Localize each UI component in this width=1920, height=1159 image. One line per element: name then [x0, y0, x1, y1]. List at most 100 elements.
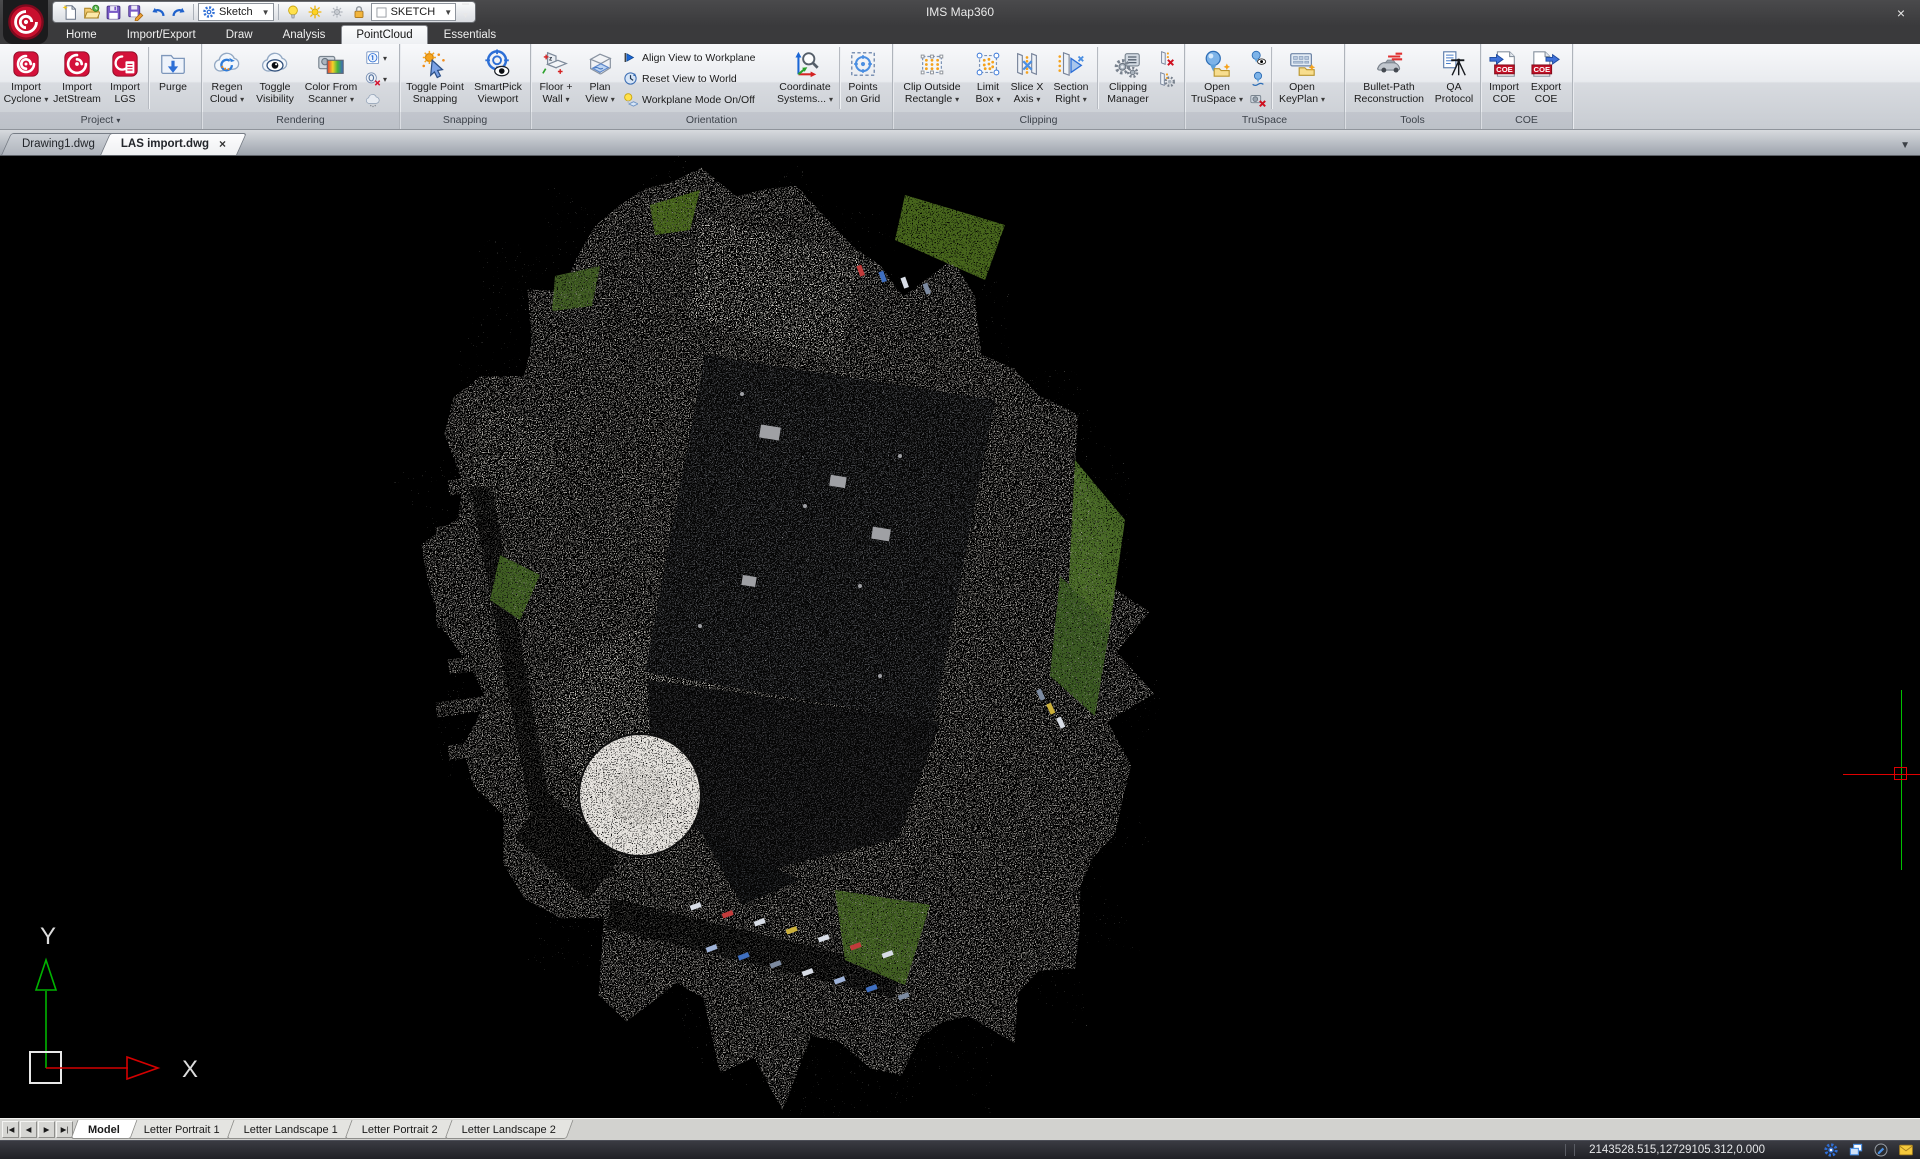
last-layout-button[interactable]: ▶|: [56, 1121, 73, 1138]
toggle-point-snapping-button[interactable]: Toggle PointSnapping: [402, 45, 468, 111]
limit-box-label: LimitBox ▾: [975, 81, 1000, 106]
clip-outside-rectangle-button[interactable]: Clip OutsideRectangle ▾: [895, 45, 969, 111]
ribbon-group-label-text: Orientation: [686, 114, 737, 126]
drawing-tabs-overflow-button[interactable]: ▼: [1900, 140, 1910, 151]
drawing-viewport[interactable]: Y X: [0, 156, 1920, 1118]
settings-button[interactable]: [1821, 1142, 1841, 1159]
regen-cloud-button[interactable]: RegenCloud ▾: [204, 45, 250, 111]
ribbon-tab-pointcloud[interactable]: PointCloud: [341, 25, 427, 44]
annotation-button[interactable]: [1871, 1142, 1891, 1159]
clip-settings-button[interactable]: [1156, 69, 1178, 89]
view-single-cloud-button[interactable]: ▾: [362, 48, 389, 68]
qa-protocol-button[interactable]: QAProtocol: [1431, 45, 1477, 111]
ribbon-tab-import-export[interactable]: Import/Export: [113, 26, 210, 44]
drawing-tab-las-import-dwg[interactable]: LAS import.dwg×: [105, 133, 242, 155]
remove-camera-button[interactable]: [1247, 90, 1269, 110]
smartpick-viewport-label: SmartPickViewport: [474, 81, 522, 105]
mail-button[interactable]: [1896, 1142, 1916, 1159]
point-snap-icon: [420, 49, 450, 79]
drawing-tab-label: Drawing1.dwg: [22, 138, 95, 150]
workplane-icon: [623, 92, 638, 107]
snap-dim-icon: [329, 4, 345, 20]
layout-tab-letter-portrait-1[interactable]: Letter Portrait 1: [130, 1120, 234, 1139]
import-jetstream-button[interactable]: ImportJetStream: [50, 45, 104, 111]
drawing-tab-drawing1-dwg[interactable]: Drawing1.dwg: [6, 133, 111, 155]
close-button[interactable]: ×: [1888, 3, 1914, 23]
layout-tab-model[interactable]: Model: [74, 1120, 134, 1139]
toggle-visibility-button[interactable]: ToggleVisibility: [250, 45, 300, 111]
layer-combo[interactable]: SKETCH▼: [371, 3, 457, 21]
import-cyclone-button[interactable]: ImportCyclone ▾: [2, 45, 50, 111]
points-on-grid-button[interactable]: Pointson Grid: [842, 45, 884, 111]
qat-customize-button[interactable]: ▔▾: [462, 6, 469, 18]
truview-align-button[interactable]: [1247, 69, 1269, 89]
import-lgs-button[interactable]: ImportLGS: [104, 45, 146, 111]
snap-style-toggle[interactable]: [327, 2, 347, 22]
ribbon-tab-essentials[interactable]: Essentials: [430, 26, 510, 44]
workplane-mode-button[interactable]: Workplane Mode On/Off: [621, 89, 773, 110]
open-drawing-button[interactable]: [81, 2, 101, 22]
color-from-scanner-button[interactable]: Color FromScanner ▾: [300, 45, 362, 111]
previous-layout-button[interactable]: ◀: [20, 1121, 37, 1138]
view-one-icon: [364, 49, 382, 67]
window-arrange-button[interactable]: [1846, 1142, 1866, 1159]
qa-protocol-icon: [1439, 49, 1469, 79]
lighting-toggle[interactable]: [283, 2, 303, 22]
open-keyplan-label: OpenKeyPlan ▾: [1279, 81, 1325, 106]
purge-button[interactable]: Purge: [151, 45, 195, 111]
import-cyclone-label: ImportCyclone ▾: [4, 81, 49, 106]
lock-toggle[interactable]: [349, 2, 369, 22]
minimize-button[interactable]: [1792, 3, 1818, 23]
app-menu-button[interactable]: [3, 0, 48, 44]
floor-wall-button[interactable]: zFloor +Wall ▾: [533, 45, 579, 111]
smartpick-viewport-button[interactable]: SmartPickViewport: [468, 45, 528, 111]
draw-circle-icon: [1873, 1142, 1889, 1158]
truview-align-icon: [1249, 70, 1267, 88]
brightness-toggle[interactable]: [305, 2, 325, 22]
import-coe-button[interactable]: COEImportCOE: [1483, 45, 1525, 111]
slice-x-axis-button[interactable]: Slice XAxis ▾: [1007, 45, 1047, 111]
remove-clips-button[interactable]: [1156, 48, 1178, 68]
ribbon-tab-home[interactable]: Home: [52, 26, 111, 44]
ribbon-tab-draw[interactable]: Draw: [212, 26, 267, 44]
maximize-button[interactable]: [1840, 3, 1866, 23]
hide-clouds-button[interactable]: ▾: [362, 69, 389, 89]
chevron-down-icon: ▾: [611, 95, 615, 104]
clip-settings-icon: [1158, 70, 1176, 88]
style-combo[interactable]: Sketch▼: [198, 3, 274, 21]
first-layout-button[interactable]: |◀: [2, 1121, 19, 1138]
open-truspace-button[interactable]: OpenTruSpace ▾: [1187, 45, 1247, 111]
section-right-button[interactable]: SectionRight ▾: [1047, 45, 1095, 111]
open-keyplan-button[interactable]: OpenKeyPlan ▾: [1274, 45, 1330, 111]
reset-view-to-world-button[interactable]: Reset View to World: [621, 68, 773, 89]
cloud-density-button[interactable]: [362, 90, 389, 110]
next-layout-button[interactable]: ▶: [38, 1121, 55, 1138]
truview-visibility-button[interactable]: [1247, 48, 1269, 68]
ribbon-group-label[interactable]: Project▾: [0, 112, 201, 129]
coordinate-systems-button[interactable]: CoordinateSystems... ▾: [773, 45, 837, 111]
layout-tab-letter-portrait-2[interactable]: Letter Portrait 2: [348, 1120, 452, 1139]
layout-tab-letter-landscape-2[interactable]: Letter Landscape 2: [448, 1120, 570, 1139]
layout-tab-letter-landscape-1[interactable]: Letter Landscape 1: [230, 1120, 352, 1139]
plan-view-button[interactable]: PlanView ▾: [579, 45, 621, 111]
bullet-path-reconstruction-button[interactable]: Bullet-PathReconstruction: [1347, 45, 1431, 111]
ribbon-group-orientation: zFloor +Wall ▾PlanView ▾Align View to Wo…: [531, 44, 893, 129]
section-right-icon: [1056, 49, 1086, 79]
align-view-to-workplane-button[interactable]: Align View to Workplane: [621, 47, 773, 68]
new-drawing-button[interactable]: [59, 2, 79, 22]
ribbon-tab-analysis[interactable]: Analysis: [269, 26, 340, 44]
limit-box-button[interactable]: LimitBox ▾: [969, 45, 1007, 111]
smartpick-icon: [483, 49, 513, 79]
ribbon-group-label: Tools: [1345, 112, 1480, 129]
clipping-manager-button[interactable]: ClippingManager: [1100, 45, 1156, 111]
close-icon[interactable]: ×: [219, 137, 226, 151]
import-jetstream-label: ImportJetStream: [53, 81, 101, 105]
save-as-button[interactable]: [125, 2, 145, 22]
gear-blue-icon: [1823, 1142, 1839, 1158]
toolbar-separator: [278, 4, 279, 20]
redo-button[interactable]: [169, 2, 189, 22]
save-button[interactable]: [103, 2, 123, 22]
undo-button[interactable]: [147, 2, 167, 22]
chevron-down-icon: ▾: [1036, 95, 1040, 104]
export-coe-button[interactable]: COEExportCOE: [1525, 45, 1567, 111]
